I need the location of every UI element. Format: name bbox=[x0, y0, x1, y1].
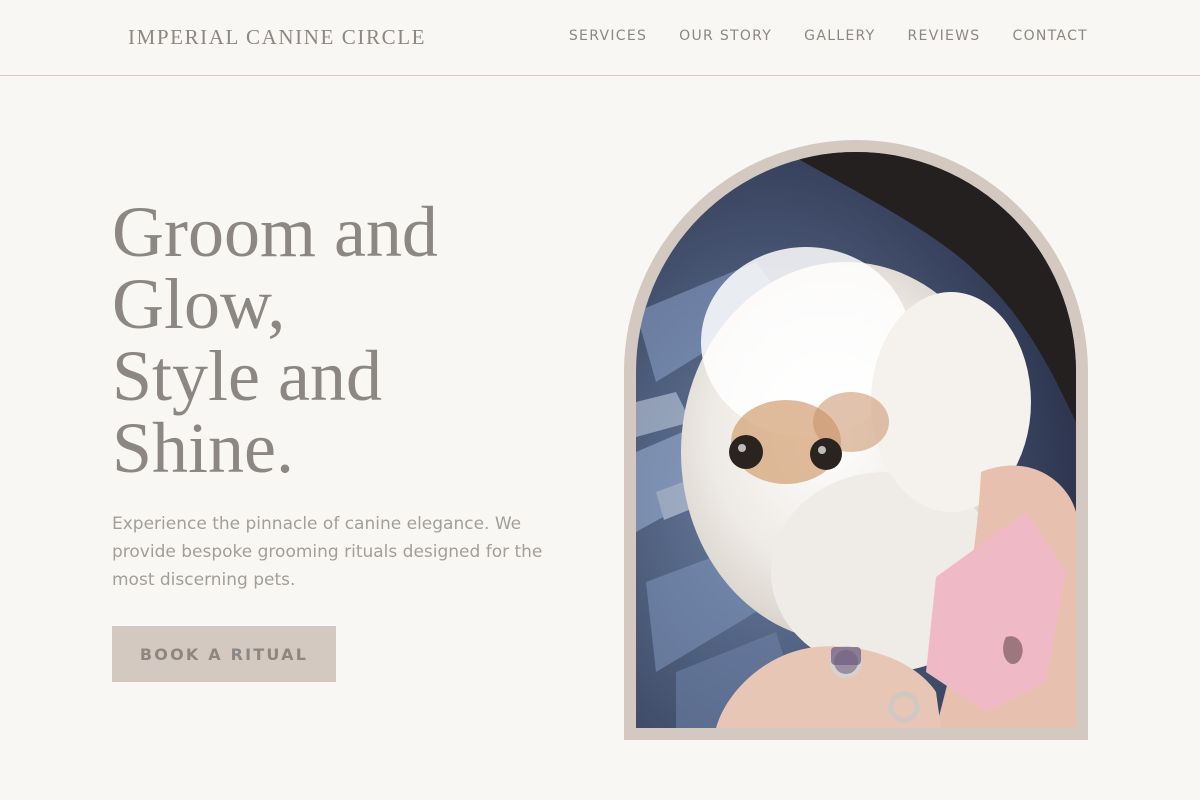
dog-photo-illustration bbox=[636, 152, 1076, 728]
nav-reviews[interactable]: REVIEWS bbox=[908, 28, 981, 44]
hero-title-line: Style and bbox=[112, 336, 382, 416]
hero-title-line: Glow, bbox=[112, 264, 286, 344]
book-ritual-button[interactable]: BOOK A RITUAL bbox=[112, 626, 336, 682]
hero-title: Groom and Glow, Style and Shine. bbox=[112, 196, 438, 484]
site-header: IMPERIAL CANINE CIRCLE SERVICES OUR STOR… bbox=[0, 0, 1200, 76]
brand-logo[interactable]: IMPERIAL CANINE CIRCLE bbox=[128, 25, 426, 50]
hero-title-line: Groom and bbox=[112, 192, 438, 272]
nav-contact[interactable]: CONTACT bbox=[1013, 28, 1089, 44]
nav-our-story[interactable]: OUR STORY bbox=[679, 28, 772, 44]
hero-title-line: Shine. bbox=[112, 408, 295, 488]
nav-gallery[interactable]: GALLERY bbox=[804, 28, 875, 44]
main-nav: SERVICES OUR STORY GALLERY REVIEWS CONTA… bbox=[569, 28, 1088, 44]
dog-photo bbox=[636, 152, 1076, 728]
nav-services[interactable]: SERVICES bbox=[569, 28, 647, 44]
hero-image-frame bbox=[624, 140, 1088, 740]
hero-description: Experience the pinnacle of canine elegan… bbox=[112, 514, 543, 590]
